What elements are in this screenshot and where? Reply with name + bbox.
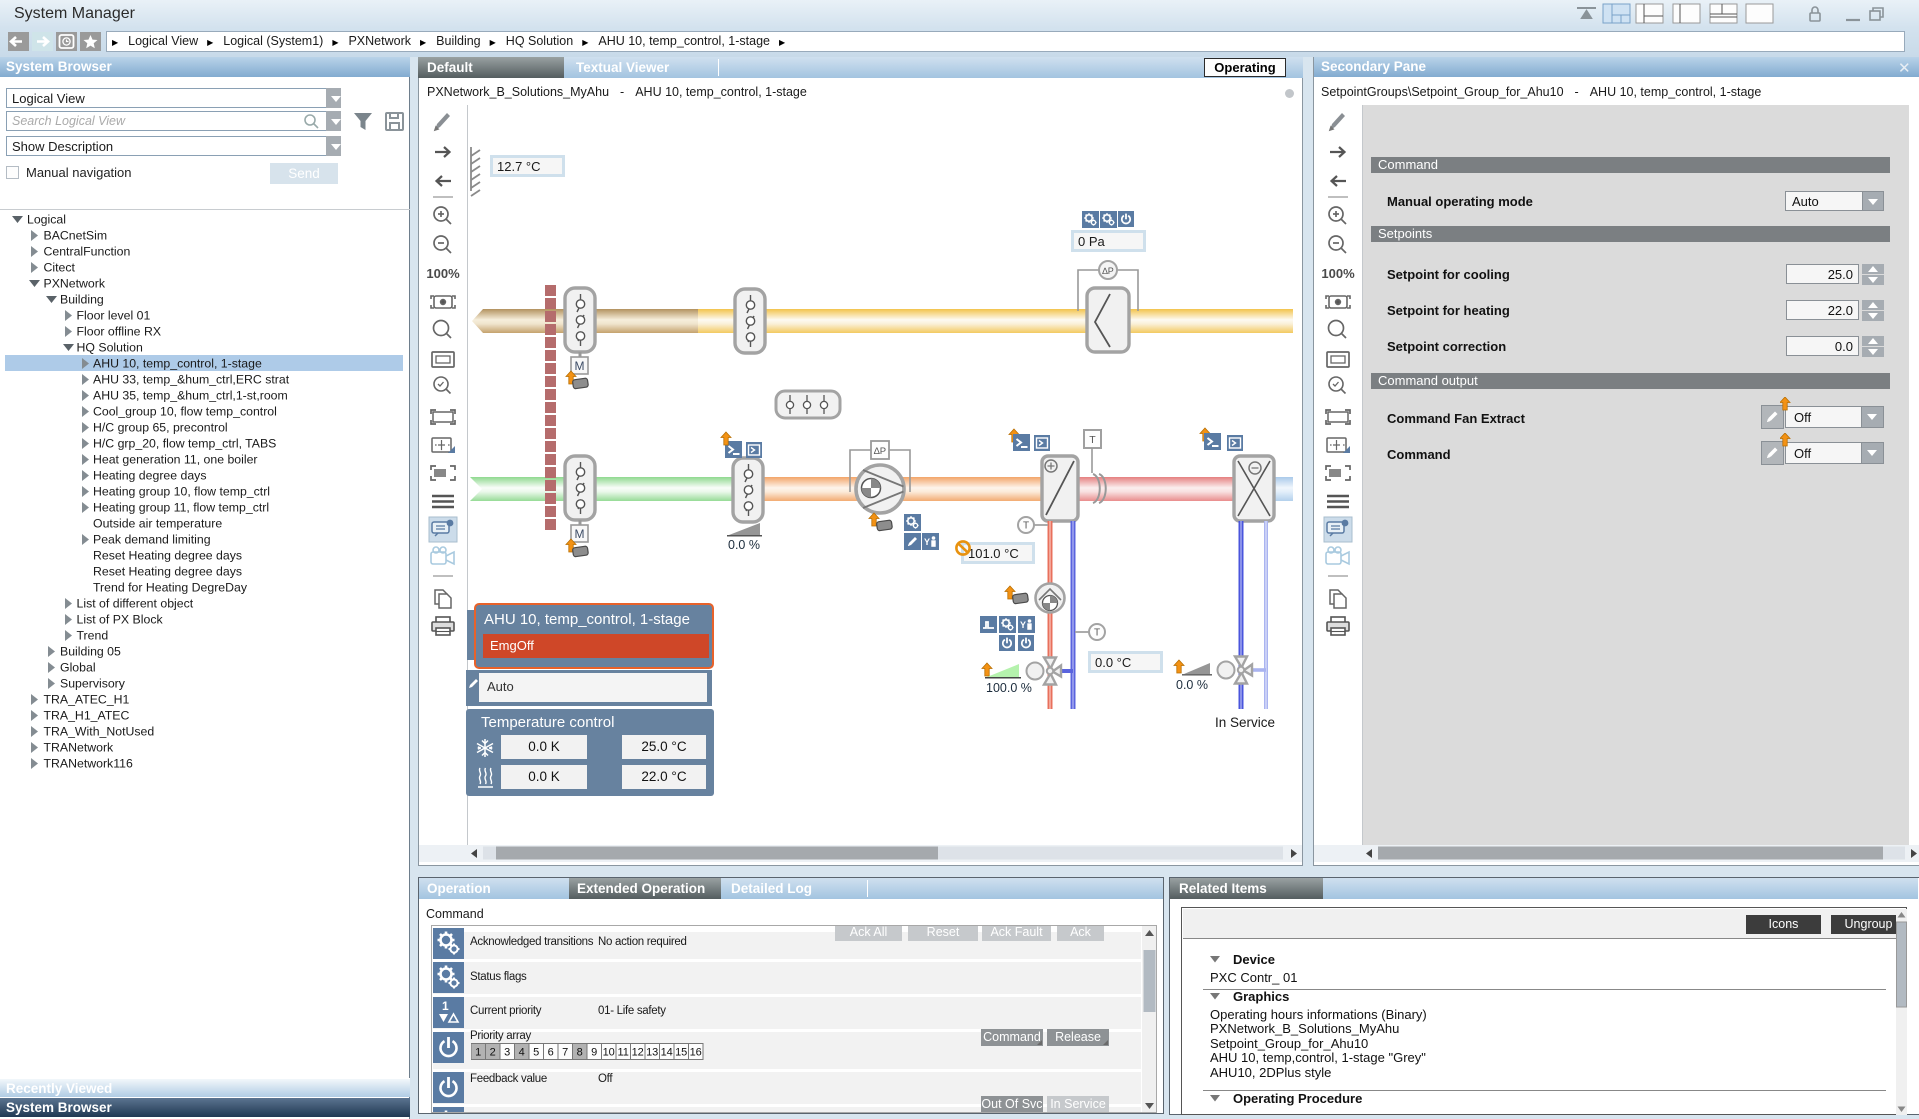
svg-text:1: 1 xyxy=(442,999,449,1013)
svg-text:In Service: In Service xyxy=(1215,715,1275,730)
svg-text:TRANetwork116: TRANetwork116 xyxy=(44,757,133,771)
svg-text:Supervisory: Supervisory xyxy=(60,677,126,691)
svg-text:Building: Building xyxy=(60,293,104,307)
svg-text:1: 1 xyxy=(475,1047,481,1059)
svg-text:Reset Heating degree days: Reset Heating degree days xyxy=(93,565,242,579)
svg-text:HQ Solution: HQ Solution xyxy=(77,341,143,355)
svg-text:14: 14 xyxy=(661,1047,673,1059)
svg-text:100%: 100% xyxy=(426,266,460,281)
svg-text:T: T xyxy=(1089,434,1096,446)
svg-text:Global: Global xyxy=(60,661,96,675)
svg-text:List of different object: List of different object xyxy=(77,597,194,611)
svg-text:Heating group 10, flow temp_ct: Heating group 10, flow temp_ctrl xyxy=(93,485,270,499)
svg-text:TRA_H1_ATEC: TRA_H1_ATEC xyxy=(44,709,130,723)
svg-text:10: 10 xyxy=(603,1047,615,1059)
svg-text:TRANetwork: TRANetwork xyxy=(44,741,115,755)
svg-text:Floor level 01: Floor level 01 xyxy=(77,309,151,323)
svg-text:BACnetSim: BACnetSim xyxy=(44,229,108,243)
svg-text:Trend for Heating DegreDay: Trend for Heating DegreDay xyxy=(93,581,248,595)
svg-text:TRA_ATEC_H1: TRA_ATEC_H1 xyxy=(44,693,130,707)
svg-text:Citect: Citect xyxy=(44,261,76,275)
svg-text:List of PX Block: List of PX Block xyxy=(77,613,164,627)
svg-text:100%: 100% xyxy=(1321,266,1355,281)
svg-text:CentralFunction: CentralFunction xyxy=(44,245,131,259)
svg-text:Heat generation 11, one boiler: Heat generation 11, one boiler xyxy=(93,453,258,467)
svg-text:Peak demand limiting: Peak demand limiting xyxy=(93,533,211,547)
svg-text:11: 11 xyxy=(617,1047,628,1059)
svg-text:Floor offline RX: Floor offline RX xyxy=(77,325,162,339)
svg-text:TRA_With_NotUsed: TRA_With_NotUsed xyxy=(44,725,155,739)
svg-text:Heating degree days: Heating degree days xyxy=(93,469,206,483)
svg-text:7: 7 xyxy=(562,1047,568,1059)
svg-text:Trend: Trend xyxy=(77,629,109,643)
svg-text:6: 6 xyxy=(548,1047,554,1059)
svg-text:9: 9 xyxy=(591,1047,597,1059)
svg-text:8: 8 xyxy=(577,1047,583,1059)
svg-text:4: 4 xyxy=(519,1047,525,1059)
svg-text:2: 2 xyxy=(490,1047,496,1059)
svg-text:AHU 33, temp_&hum_ctrl,ERC str: AHU 33, temp_&hum_ctrl,ERC strat xyxy=(93,373,290,387)
svg-text:M: M xyxy=(575,359,585,373)
svg-text:∆P: ∆P xyxy=(1102,266,1114,276)
svg-text:Outside air temperature: Outside air temperature xyxy=(93,517,222,531)
svg-text:PXNetwork: PXNetwork xyxy=(44,277,106,291)
svg-text:12: 12 xyxy=(632,1047,644,1059)
svg-text:3: 3 xyxy=(504,1047,510,1059)
svg-text:Logical: Logical xyxy=(27,213,66,227)
svg-text:Building 05: Building 05 xyxy=(60,645,121,659)
svg-text:∆P: ∆P xyxy=(874,446,886,457)
svg-text:16: 16 xyxy=(690,1047,702,1059)
svg-text:0.0 %: 0.0 % xyxy=(728,538,760,552)
svg-text:13: 13 xyxy=(646,1047,658,1059)
svg-text:Reset Heating degree days: Reset Heating degree days xyxy=(93,549,242,563)
svg-text:100.0 %: 100.0 % xyxy=(986,681,1032,695)
svg-text:Heating group 11, flow temp_ct: Heating group 11, flow temp_ctrl xyxy=(93,501,269,515)
svg-text:AHU 10, temp_control, 1-stage: AHU 10, temp_control, 1-stage xyxy=(93,357,262,371)
svg-text:H/C group 65, precontrol: H/C group 65, precontrol xyxy=(93,421,228,435)
svg-text:AHU 35, temp_&hum_ctrl,1-st,ro: AHU 35, temp_&hum_ctrl,1-st,room xyxy=(93,389,288,403)
svg-text:15: 15 xyxy=(675,1047,687,1059)
svg-text:Cool_group 10, flow temp_contr: Cool_group 10, flow temp_control xyxy=(93,405,277,419)
svg-text:0.0 %: 0.0 % xyxy=(1176,678,1208,692)
svg-text:H/C grp_20, flow temp_ctrl, TA: H/C grp_20, flow temp_ctrl, TABS xyxy=(93,437,276,451)
svg-text:5: 5 xyxy=(533,1047,539,1059)
svg-text:M: M xyxy=(575,527,585,541)
